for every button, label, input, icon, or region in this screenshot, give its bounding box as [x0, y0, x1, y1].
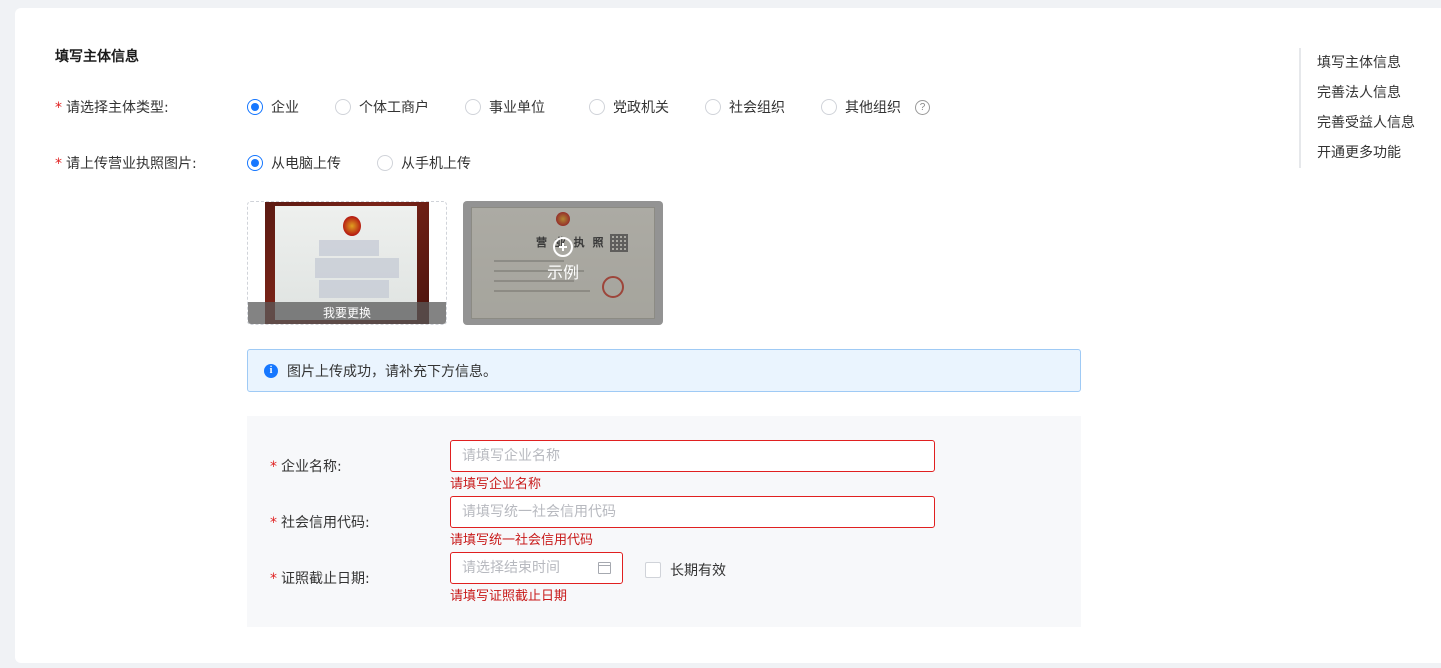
company-name-label-text: 企业名称: — [281, 459, 342, 475]
radio-label: 从电脑上传 — [271, 156, 341, 172]
radio-circle — [821, 99, 837, 115]
example-zoom-overlay[interactable]: 示例 — [463, 201, 663, 325]
radio-entity-social-org[interactable]: 社会组织 — [705, 97, 821, 117]
blur-mask — [315, 258, 399, 278]
section-title: 填写主体信息 — [55, 49, 139, 65]
radio-label: 个体工商户 — [359, 100, 429, 116]
radio-label: 事业单位 — [489, 100, 545, 116]
required-asterisk: * — [55, 156, 62, 172]
national-emblem-icon — [343, 216, 361, 236]
required-asterisk: * — [270, 515, 277, 531]
example-label: 示例 — [546, 263, 579, 282]
credit-code-label: * 社会信用代码: — [270, 512, 370, 532]
info-icon: i — [264, 363, 278, 378]
anchor-item-entity-info[interactable]: 填写主体信息 — [1317, 48, 1415, 78]
upload-method-label: * 请上传营业执照图片: — [55, 153, 197, 173]
entity-type-label-text: 请选择主体类型: — [66, 100, 169, 116]
long-term-valid-label: 长期有效 — [670, 563, 726, 579]
radio-circle — [589, 99, 605, 115]
required-asterisk: * — [55, 100, 62, 116]
replace-image-button[interactable]: 我要更换 — [248, 302, 446, 324]
credit-code-label-text: 社会信用代码: — [281, 515, 370, 531]
required-asterisk: * — [270, 571, 277, 587]
question-circle-icon[interactable]: ? — [915, 99, 930, 115]
credit-code-input[interactable] — [450, 496, 935, 528]
expiry-date-picker[interactable] — [450, 552, 623, 584]
expiry-date-error: 请填写证照截止日期 — [450, 589, 568, 604]
radio-upload-computer[interactable]: 从电脑上传 — [247, 153, 377, 173]
company-name-error: 请填写企业名称 — [450, 477, 542, 492]
radio-label: 其他组织 — [845, 100, 901, 116]
radio-entity-other-org[interactable]: 其他组织 — [821, 97, 901, 117]
radio-circle — [705, 99, 721, 115]
company-name-label: * 企业名称: — [270, 456, 342, 476]
radio-label: 党政机关 — [613, 100, 669, 116]
anchor-item-legal-person[interactable]: 完善法人信息 — [1317, 78, 1415, 108]
radio-entity-public-institution[interactable]: 事业单位 — [465, 97, 589, 117]
radio-label: 社会组织 — [729, 100, 785, 116]
expiry-date-label-text: 证照截止日期: — [281, 571, 370, 587]
zoom-in-icon — [553, 237, 573, 257]
uploaded-license-image[interactable]: 我要更换 — [247, 201, 447, 325]
radio-circle — [377, 155, 393, 171]
anchor-nav: 填写主体信息 完善法人信息 完善受益人信息 开通更多功能 — [1299, 48, 1415, 168]
radio-circle — [465, 99, 481, 115]
radio-upload-phone[interactable]: 从手机上传 — [377, 153, 471, 173]
blur-mask — [319, 280, 389, 298]
anchor-item-beneficiary[interactable]: 完善受益人信息 — [1317, 108, 1415, 138]
business-info-form: *企业名称: 请填写企业名称 *社会信用代码: 请填写统一社会信用代码 *证照截… — [247, 416, 1081, 627]
upload-method-label-text: 请上传营业执照图片: — [66, 156, 197, 172]
credit-code-error: 请填写统一社会信用代码 — [450, 533, 594, 548]
entity-type-radio-group: 企业 个体工商户 事业单位 党政机关 社会组织 其他组织 ? — [247, 97, 930, 117]
upload-success-alert: i 图片上传成功，请补充下方信息。 — [247, 349, 1081, 392]
radio-circle — [247, 155, 263, 171]
expiry-date-label: * 证照截止日期: — [270, 568, 370, 588]
required-asterisk: * — [270, 459, 277, 475]
company-name-input[interactable] — [450, 440, 935, 472]
radio-entity-individual-business[interactable]: 个体工商户 — [335, 97, 465, 117]
alert-message: 图片上传成功，请补充下方信息。 — [287, 363, 497, 380]
upload-method-radio-group: 从电脑上传 从手机上传 — [247, 153, 471, 173]
example-license-image[interactable]: 营 业 执 照 示例 — [463, 201, 663, 325]
entity-type-label: * 请选择主体类型: — [55, 97, 169, 117]
anchor-item-more-features[interactable]: 开通更多功能 — [1317, 138, 1415, 168]
calendar-icon[interactable] — [598, 562, 611, 574]
long-term-valid-checkbox[interactable]: 长期有效 — [645, 560, 726, 580]
radio-circle — [247, 99, 263, 115]
radio-entity-enterprise[interactable]: 企业 — [247, 97, 335, 117]
radio-label: 企业 — [271, 100, 299, 116]
radio-circle — [335, 99, 351, 115]
blur-mask — [319, 240, 379, 256]
radio-label: 从手机上传 — [401, 156, 471, 172]
expiry-date-input[interactable] — [451, 553, 622, 583]
main-card: 填写主体信息 * 请选择主体类型: 企业 个体工商户 事业单位 党政机关 社会组织… — [15, 8, 1441, 663]
radio-entity-government[interactable]: 党政机关 — [589, 97, 705, 117]
checkbox-box[interactable] — [645, 562, 661, 578]
